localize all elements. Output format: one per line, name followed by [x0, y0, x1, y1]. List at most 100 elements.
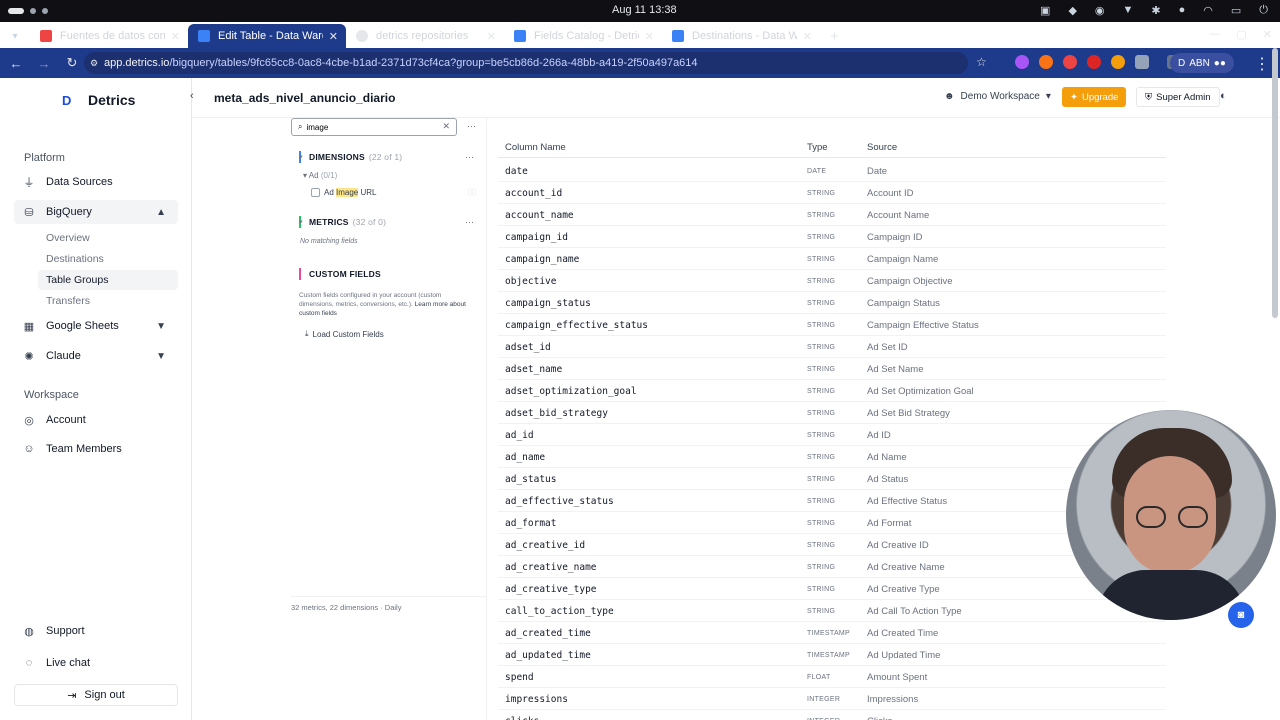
- browser-tab-2[interactable]: Edit Table - Data Wareho ✕: [188, 24, 346, 48]
- tab-search-icon[interactable]: ▾: [0, 31, 30, 42]
- collapse-icon[interactable]: ▾: [299, 153, 303, 161]
- ad-group-header[interactable]: ▾ Ad (0/1): [303, 171, 337, 180]
- table-row[interactable]: adset_bid_strategy STRING Ad Set Bid Strat…: [498, 402, 1166, 424]
- browser-menu-icon[interactable]: ⋮: [1254, 54, 1270, 74]
- column-name-header[interactable]: Column Name: [505, 142, 566, 153]
- bluetooth-icon[interactable]: ✱: [1151, 4, 1160, 17]
- battery-icon[interactable]: ▭: [1231, 4, 1241, 17]
- search-input[interactable]: [306, 122, 427, 132]
- sign-out-button[interactable]: ⇥ Sign out: [14, 684, 178, 706]
- table-row[interactable]: campaign_effective_status STRING Campaign …: [498, 314, 1166, 336]
- chevron-down-icon[interactable]: ▼: [156, 321, 166, 332]
- more-options-icon[interactable]: ⋯: [467, 121, 476, 132]
- extensions-puzzle-icon[interactable]: [1134, 55, 1149, 69]
- extension-stamp-icon[interactable]: [1086, 55, 1101, 69]
- table-row[interactable]: ad_created_time TIMESTAMP Ad Created Time: [498, 622, 1166, 644]
- sidebar-sub-table-groups[interactable]: Table Groups: [38, 270, 178, 290]
- table-row[interactable]: ad_updated_time TIMESTAMP Ad Updated Time: [498, 644, 1166, 666]
- metrics-menu-icon[interactable]: ⋯: [465, 217, 474, 228]
- type-header[interactable]: Type: [807, 142, 828, 153]
- table-row[interactable]: ad_name STRING Ad Name: [498, 446, 1166, 468]
- forward-icon[interactable]: →: [32, 56, 56, 71]
- sidebar-item-live-chat[interactable]: ◌ Live chat: [14, 651, 178, 675]
- close-window-icon[interactable]: ✕: [1263, 28, 1272, 41]
- table-row[interactable]: campaign_status STRING Campaign Status: [498, 292, 1166, 314]
- workspace-selector[interactable]: ☻ Demo Workspace ▾: [944, 91, 1051, 102]
- table-row[interactable]: account_name STRING Account Name: [498, 204, 1166, 226]
- url-bar[interactable]: ⚙ app.detrics.io/bigquery/tables/9fc65cc…: [84, 52, 968, 74]
- sidebar-item-account[interactable]: ◎ Account: [14, 408, 178, 432]
- brand[interactable]: D Detrics: [62, 92, 135, 108]
- back-icon[interactable]: ←: [4, 56, 28, 71]
- table-row[interactable]: spend FLOAT Amount Spent: [498, 666, 1166, 688]
- mic-icon[interactable]: ●: [1179, 4, 1186, 17]
- sidebar-item-bigquery[interactable]: ⛁ BigQuery ▲: [14, 200, 178, 224]
- table-row[interactable]: campaign_id STRING Campaign ID: [498, 226, 1166, 248]
- upgrade-button[interactable]: ✦ Upgrade: [1062, 87, 1127, 107]
- table-row[interactable]: campaign_name STRING Campaign Name: [498, 248, 1166, 270]
- sidebar-item-google-sheets[interactable]: ▦ Google Sheets ▼: [14, 314, 178, 338]
- load-custom-fields-button[interactable]: ⤓ Load Custom Fields: [305, 329, 384, 339]
- browser-tab-1[interactable]: Fuentes de datos conect ✕: [30, 24, 188, 48]
- dimensions-header[interactable]: DIMENSIONS (22 of 1): [309, 152, 402, 162]
- browser-tab-5[interactable]: Destinations - Data Ware ✕: [662, 24, 820, 48]
- extension-red-icon[interactable]: [1062, 55, 1077, 69]
- collapse-icon[interactable]: ▾: [299, 218, 303, 226]
- table-row[interactable]: ad_id STRING Ad ID: [498, 424, 1166, 446]
- minimize-icon[interactable]: —: [1209, 28, 1220, 41]
- table-row[interactable]: adset_optimization_goal STRING Ad Set Opti…: [498, 380, 1166, 402]
- tab-close-icon[interactable]: ✕: [171, 30, 180, 43]
- clipboard-icon[interactable]: ▣: [1040, 4, 1050, 17]
- collapse-sidebar-icon[interactable]: ‹: [190, 90, 194, 102]
- power-icon[interactable]: ⏻: [1259, 4, 1268, 17]
- tab-close-icon[interactable]: ✕: [329, 30, 338, 43]
- field-search[interactable]: ⌕ ✕: [291, 118, 457, 136]
- custom-fields-header[interactable]: CUSTOM FIELDS: [309, 269, 381, 279]
- dimensions-menu-icon[interactable]: ⋯: [465, 152, 474, 163]
- super-admin-button[interactable]: ⛨ Super Admin: [1136, 87, 1220, 107]
- chat-widget-icon[interactable]: ◙: [1228, 602, 1254, 628]
- table-row[interactable]: call_to_action_type STRING Ad Call To Acti…: [498, 600, 1166, 622]
- tab-close-icon[interactable]: ✕: [803, 30, 812, 43]
- table-row[interactable]: date DATE Date: [498, 160, 1166, 182]
- sidebar-item-support[interactable]: ◍ Support: [14, 619, 178, 643]
- sidebar-sub-destinations[interactable]: Destinations: [38, 249, 178, 269]
- wifi-icon[interactable]: ◠: [1203, 4, 1213, 17]
- site-info-icon[interactable]: ⚙: [90, 58, 98, 69]
- tab-close-icon[interactable]: ✕: [645, 30, 654, 43]
- extension-pen-icon[interactable]: [1014, 55, 1029, 69]
- metrics-header[interactable]: METRICS (32 of 0): [309, 217, 386, 227]
- browser-tab-4[interactable]: Fields Catalog - Detrics ✕: [504, 24, 662, 48]
- new-tab-button[interactable]: +: [830, 28, 839, 45]
- sidebar-item-team-members[interactable]: ☺ Team Members: [14, 437, 178, 461]
- table-row[interactable]: account_id STRING Account ID: [498, 182, 1166, 204]
- table-row[interactable]: adset_id STRING Ad Set ID: [498, 336, 1166, 358]
- diamond-icon[interactable]: ◆: [1068, 4, 1076, 17]
- maximize-icon[interactable]: ▢: [1236, 28, 1246, 41]
- browser-tab-3[interactable]: detrics repositories ✕: [346, 24, 504, 48]
- theme-toggle-icon[interactable]: ◐: [1220, 90, 1227, 102]
- clear-search-icon[interactable]: ✕: [442, 121, 450, 132]
- table-row[interactable]: ad_creative_name STRING Ad Creative Name: [498, 556, 1166, 578]
- source-header[interactable]: Source: [867, 142, 897, 153]
- field-checkbox[interactable]: [311, 188, 320, 197]
- page-scrollbar[interactable]: [1272, 48, 1278, 318]
- table-row[interactable]: ad_creative_type STRING Ad Creative Type: [498, 578, 1166, 600]
- extension-orange-icon[interactable]: [1038, 55, 1053, 69]
- sidebar-sub-overview[interactable]: Overview: [38, 228, 178, 248]
- table-row[interactable]: objective STRING Campaign Objective: [498, 270, 1166, 292]
- sidebar-item-data-sources[interactable]: ⏚ Data Sources: [14, 170, 178, 194]
- profile-button[interactable]: D ABN ●●: [1170, 53, 1234, 73]
- field-ad-image-url[interactable]: Ad Image URL: [311, 188, 376, 197]
- reload-icon[interactable]: ↻: [60, 55, 84, 71]
- table-row[interactable]: adset_name STRING Ad Set Name: [498, 358, 1166, 380]
- record-icon[interactable]: ◉: [1095, 4, 1105, 17]
- table-row[interactable]: clicksINTEGERClicks: [498, 710, 1166, 720]
- table-row[interactable]: ad_creative_id STRING Ad Creative ID: [498, 534, 1166, 556]
- table-row[interactable]: ad_status STRING Ad Status: [498, 468, 1166, 490]
- chevron-up-icon[interactable]: ▲: [156, 207, 166, 218]
- bookmark-star-icon[interactable]: ☆: [976, 55, 987, 69]
- extension-color-icon[interactable]: [1110, 55, 1125, 69]
- tab-close-icon[interactable]: ✕: [487, 30, 496, 43]
- sidebar-item-claude[interactable]: ✺ Claude ▼: [14, 344, 178, 368]
